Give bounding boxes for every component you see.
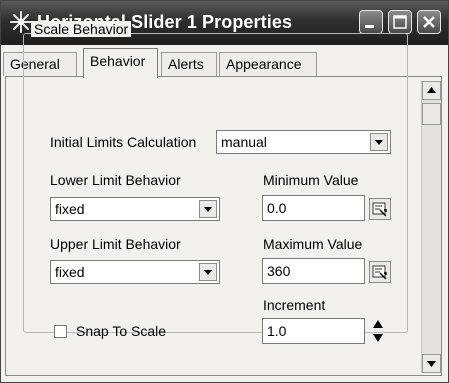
arrow-down-icon	[427, 361, 436, 367]
minimum-value-label: Minimum Value	[263, 172, 359, 188]
increment-label: Increment	[263, 297, 326, 313]
initial-limits-dropdown[interactable]: manual	[216, 130, 391, 154]
maximum-value-picker-button[interactable]	[369, 261, 391, 283]
maximize-button[interactable]	[388, 10, 412, 34]
upper-limit-label: Upper Limit Behavior	[50, 236, 181, 252]
chevron-down-icon[interactable]	[199, 200, 217, 218]
chevron-down-icon[interactable]	[199, 263, 217, 281]
initial-limits-label: Initial Limits Calculation	[50, 134, 197, 150]
close-button[interactable]	[417, 10, 441, 34]
star-burst-icon	[10, 11, 32, 33]
group-title: Scale Behavior	[31, 21, 132, 37]
spin-down-icon[interactable]	[369, 331, 387, 345]
maximum-value-input[interactable]: 360	[262, 258, 365, 284]
snap-to-scale-checkbox[interactable]	[54, 325, 67, 338]
close-icon	[423, 16, 435, 28]
tab-behavior[interactable]: Behavior	[83, 48, 158, 78]
maximum-value-label: Maximum Value	[263, 236, 363, 252]
upper-limit-dropdown[interactable]: fixed	[50, 260, 220, 284]
scroll-up-button[interactable]	[422, 81, 441, 100]
minimize-button[interactable]	[359, 10, 383, 34]
tag-picker-icon	[372, 265, 387, 280]
maximize-icon	[393, 15, 407, 29]
vertical-scrollbar[interactable]	[421, 81, 441, 373]
snap-to-scale-label[interactable]: Snap To Scale	[76, 323, 166, 339]
dropdown-value: fixed	[55, 264, 85, 280]
tag-picker-icon	[372, 202, 387, 217]
increment-spinner[interactable]	[369, 317, 387, 345]
scroll-thumb[interactable]	[422, 103, 441, 125]
lower-limit-dropdown[interactable]: fixed	[50, 197, 220, 221]
spin-up-icon[interactable]	[369, 317, 387, 331]
minimum-value-input[interactable]: 0.0	[262, 195, 365, 221]
field-value: 0.0	[267, 200, 287, 216]
scroll-down-button[interactable]	[422, 354, 441, 373]
lower-limit-label: Lower Limit Behavior	[50, 172, 181, 188]
dropdown-value: fixed	[55, 201, 85, 217]
properties-window: Horizontal Slider 1 Properties General B…	[0, 0, 449, 383]
increment-input[interactable]: 1.0	[262, 318, 365, 344]
dropdown-value: manual	[221, 134, 267, 150]
minimize-icon	[365, 25, 374, 28]
field-value: 1.0	[267, 323, 287, 339]
tab-label: Behavior	[90, 53, 146, 69]
chevron-down-icon[interactable]	[370, 133, 388, 151]
field-value: 360	[267, 263, 291, 279]
minimum-value-picker-button[interactable]	[369, 198, 391, 220]
arrow-up-icon	[427, 87, 436, 93]
